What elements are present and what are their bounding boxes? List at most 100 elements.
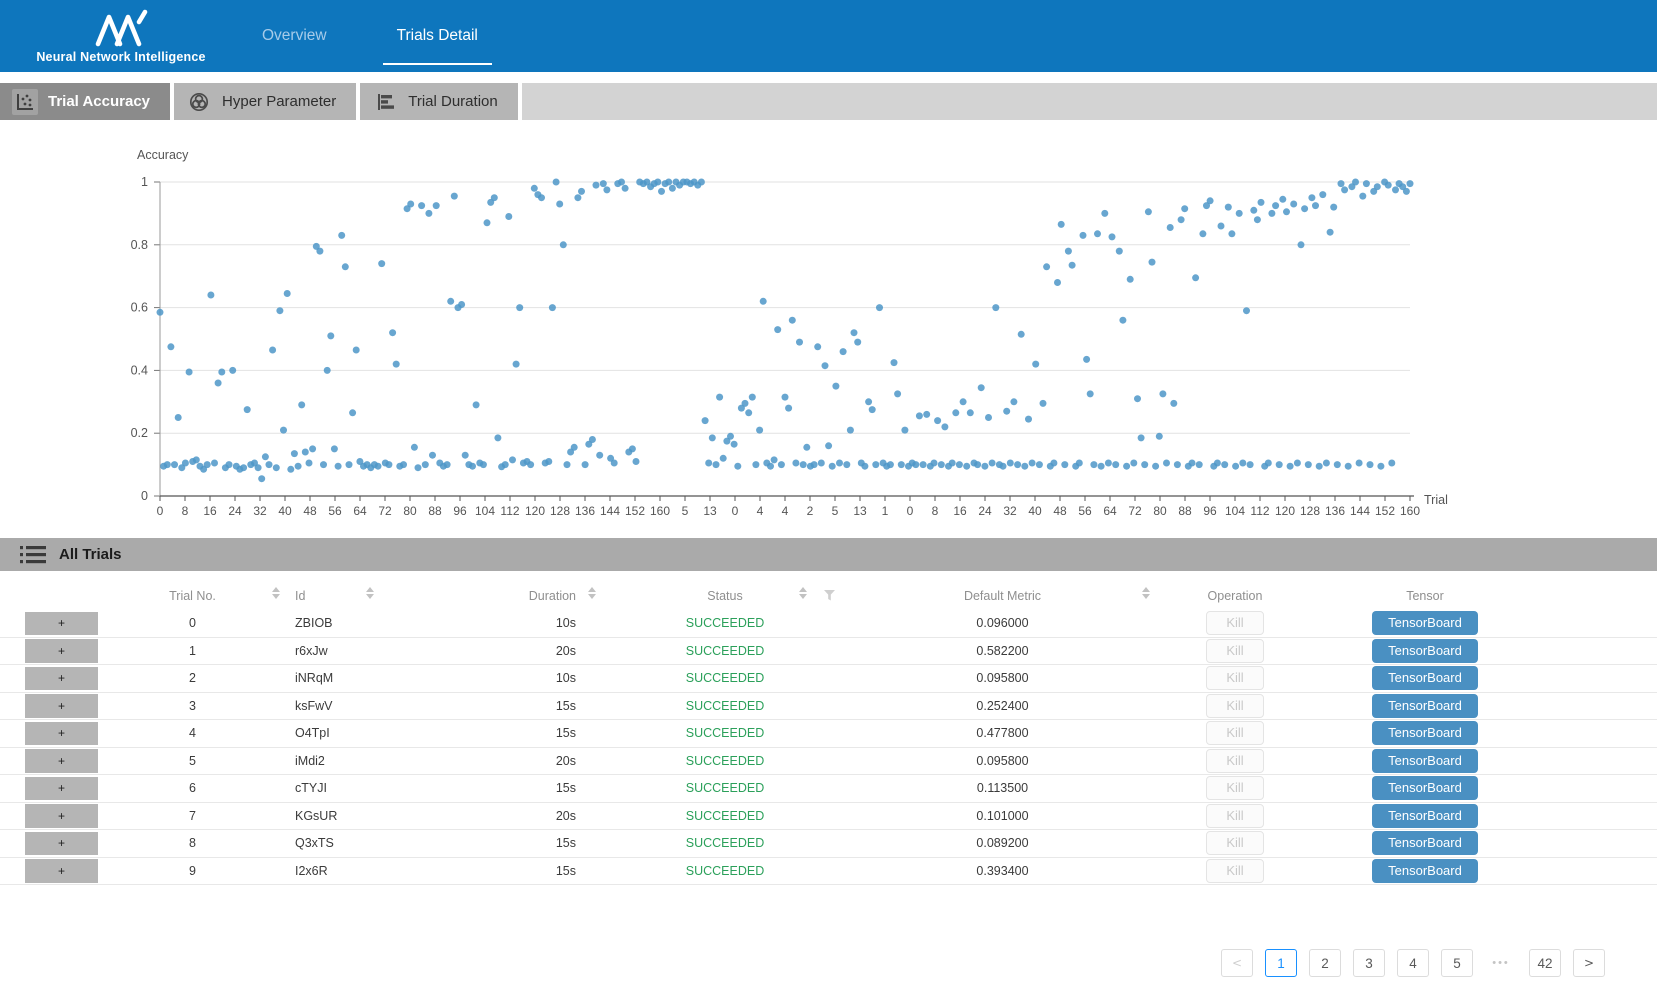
toolbar-tab-trial-duration[interactable]: Trial Duration	[360, 83, 521, 120]
kill-button[interactable]: Kill	[1206, 749, 1264, 773]
nav-tab-trials-detail[interactable]: Trials Detail	[383, 0, 492, 72]
sort-up-icon	[588, 587, 596, 592]
svg-text:0.2: 0.2	[131, 426, 148, 440]
cell-duration: 15s	[385, 864, 576, 878]
svg-text:5: 5	[832, 504, 839, 518]
tensorboard-button[interactable]: TensorBoard	[1372, 694, 1478, 718]
cell-duration: 15s	[385, 836, 576, 850]
kill-button[interactable]: Kill	[1206, 831, 1264, 855]
row-expand-button[interactable]: +	[25, 667, 98, 691]
tensorboard-button[interactable]: TensorBoard	[1372, 721, 1478, 745]
cell-trial-no: 3	[100, 699, 285, 713]
kill-button[interactable]: Kill	[1206, 804, 1264, 828]
svg-text:Trial: Trial	[1424, 493, 1448, 507]
toolbar-tab-hyper-parameter[interactable]: Hyper Parameter	[174, 83, 360, 120]
sort-toggle-icon[interactable]	[272, 587, 280, 599]
svg-text:Accuracy: Accuracy	[137, 148, 189, 162]
svg-text:64: 64	[1103, 504, 1117, 518]
kill-button[interactable]: Kill	[1206, 639, 1264, 663]
column-header-status[interactable]: Status	[600, 589, 850, 603]
kill-button[interactable]: Kill	[1206, 859, 1264, 883]
toolbar-tab-trial-accuracy[interactable]: Trial Accuracy	[0, 83, 174, 120]
column-header-duration[interactable]: Duration	[385, 589, 576, 603]
svg-text:160: 160	[650, 504, 670, 518]
svg-text:88: 88	[1178, 504, 1192, 518]
svg-text:1: 1	[141, 175, 148, 189]
cell-tensor: TensorBoard	[1320, 859, 1530, 883]
tensorboard-button[interactable]: TensorBoard	[1372, 859, 1478, 883]
row-expand-button[interactable]: +	[25, 804, 98, 828]
cell-operation: Kill	[1160, 666, 1310, 690]
svg-text:144: 144	[1350, 504, 1370, 518]
row-expand-button[interactable]: +	[25, 749, 98, 773]
row-expand-button[interactable]: +	[25, 694, 98, 718]
svg-text:0: 0	[907, 504, 914, 518]
filter-funnel-icon[interactable]	[824, 590, 835, 604]
kill-button[interactable]: Kill	[1206, 611, 1264, 635]
tensorboard-button[interactable]: TensorBoard	[1372, 749, 1478, 773]
cell-default-metric: 0.582200	[850, 644, 1155, 658]
cell-trial-no: 9	[100, 864, 285, 878]
row-expand-button[interactable]: +	[25, 639, 98, 663]
cell-tensor: TensorBoard	[1320, 831, 1530, 855]
pagination-next-button[interactable]: >	[1573, 949, 1605, 977]
sort-up-icon	[272, 587, 280, 592]
sort-toggle-icon[interactable]	[799, 587, 807, 599]
kill-button[interactable]: Kill	[1206, 721, 1264, 745]
column-header-trial-no-[interactable]: Trial No.	[100, 589, 285, 603]
pagination-page-2[interactable]: 2	[1309, 949, 1341, 977]
sort-toggle-icon[interactable]	[588, 587, 596, 599]
hyper-parameter-wheel-icon	[186, 89, 212, 115]
sort-toggle-icon[interactable]	[1142, 587, 1150, 599]
tensorboard-button[interactable]: TensorBoard	[1372, 804, 1478, 828]
cell-default-metric: 0.095800	[850, 671, 1155, 685]
row-expand-button[interactable]: +	[25, 722, 98, 746]
pagination-page-3[interactable]: 3	[1353, 949, 1385, 977]
cell-status: SUCCEEDED	[600, 616, 850, 630]
cell-tensor: TensorBoard	[1320, 749, 1530, 773]
row-expand-button[interactable]: +	[25, 777, 98, 801]
row-expand-button[interactable]: +	[25, 859, 98, 883]
pagination-ellipsis[interactable]: •••	[1485, 949, 1517, 977]
svg-text:0: 0	[141, 489, 148, 503]
tensorboard-button[interactable]: TensorBoard	[1372, 639, 1478, 663]
svg-text:144: 144	[600, 504, 620, 518]
pagination-page-4[interactable]: 4	[1397, 949, 1429, 977]
kill-button[interactable]: Kill	[1206, 666, 1264, 690]
svg-text:96: 96	[453, 504, 467, 518]
sort-toggle-icon[interactable]	[366, 587, 374, 599]
svg-text:13: 13	[853, 504, 867, 518]
cell-duration: 20s	[385, 809, 576, 823]
row-expand-button[interactable]: +	[25, 612, 98, 636]
pagination-prev-button[interactable]: <	[1221, 949, 1253, 977]
pagination-page-1[interactable]: 1	[1265, 949, 1297, 977]
pagination-page-5[interactable]: 5	[1441, 949, 1473, 977]
kill-button[interactable]: Kill	[1206, 776, 1264, 800]
sort-down-icon	[272, 594, 280, 599]
svg-text:112: 112	[500, 504, 519, 518]
cell-operation: Kill	[1160, 694, 1310, 718]
svg-text:104: 104	[475, 504, 495, 518]
tensorboard-button[interactable]: TensorBoard	[1372, 611, 1478, 635]
svg-text:136: 136	[1325, 504, 1345, 518]
cell-default-metric: 0.113500	[850, 781, 1155, 795]
sort-down-icon	[366, 594, 374, 599]
table-row: +2iNRqM10sSUCCEEDED0.095800KillTensorBoa…	[0, 665, 1657, 693]
cell-operation: Kill	[1160, 804, 1310, 828]
cell-trial-no: 7	[100, 809, 285, 823]
row-expand-button[interactable]: +	[25, 832, 98, 856]
cell-operation: Kill	[1160, 831, 1310, 855]
table-row: +4O4TpI15sSUCCEEDED0.477800KillTensorBoa…	[0, 720, 1657, 748]
cell-duration: 15s	[385, 699, 576, 713]
svg-text:24: 24	[978, 504, 992, 518]
kill-button[interactable]: Kill	[1206, 694, 1264, 718]
cell-trial-no: 0	[100, 616, 285, 630]
tensorboard-button[interactable]: TensorBoard	[1372, 831, 1478, 855]
column-header-default-metric[interactable]: Default Metric	[850, 589, 1155, 603]
nav-tab-overview[interactable]: Overview	[248, 0, 341, 72]
tensorboard-button[interactable]: TensorBoard	[1372, 666, 1478, 690]
pagination-page-42[interactable]: 42	[1529, 949, 1561, 977]
table-row: +1r6xJw20sSUCCEEDED0.582200KillTensorBoa…	[0, 638, 1657, 666]
tensorboard-button[interactable]: TensorBoard	[1372, 776, 1478, 800]
cell-duration: 20s	[385, 754, 576, 768]
